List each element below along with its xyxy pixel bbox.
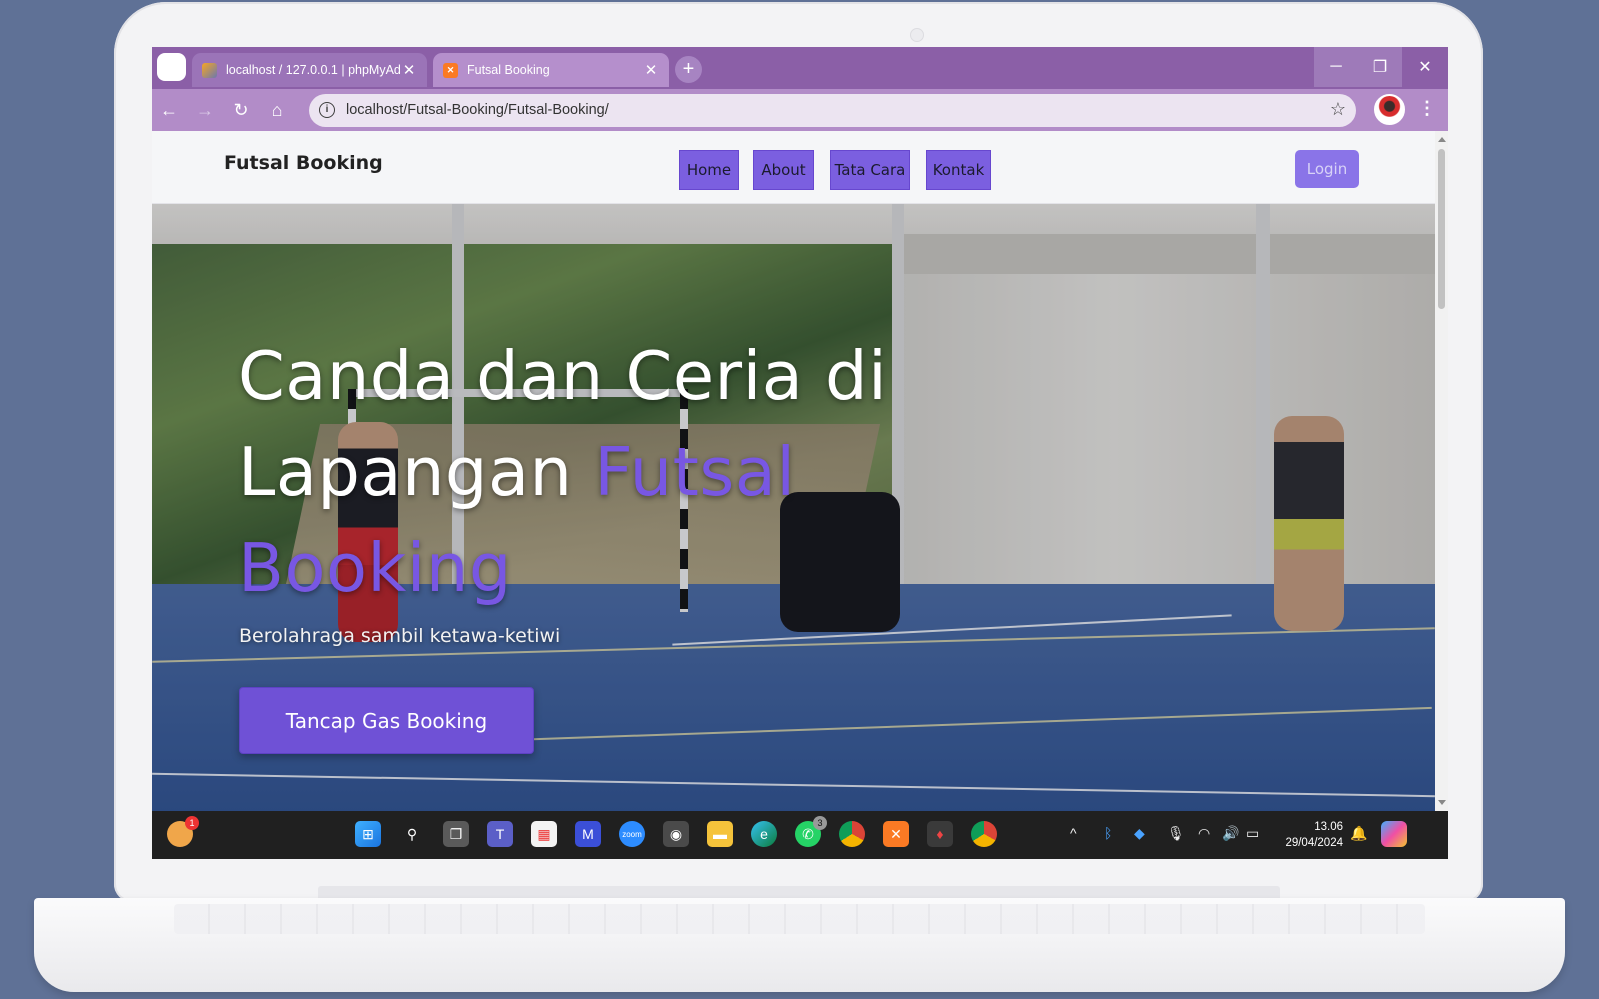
teams-icon[interactable]: T [487,821,513,847]
store-icon[interactable]: ▦ [531,821,557,847]
booking-cta-button[interactable]: Tancap Gas Booking [239,687,534,754]
window-close-button[interactable]: ✕ [1403,47,1447,87]
clock-time: 13.06 [1314,821,1343,833]
forward-arrow-icon[interactable]: → [191,97,219,123]
hero-title-line2: Lapangan [238,433,595,511]
laptop-screen: localhost / 127.0.0.1 | phpMyAd ✕ ✕ Futs… [152,47,1448,859]
phpmyadmin-favicon-icon [202,62,217,78]
home-icon[interactable]: ⌂ [263,97,291,123]
widgets-weather-icon[interactable]: 1 [167,816,199,847]
close-icon[interactable]: ✕ [401,61,417,79]
url-text[interactable]: localhost/Futsal-Booking/Futsal-Booking/ [346,102,609,118]
show-hidden-icons-icon[interactable]: ^ [1070,825,1077,841]
tab-title: Futsal Booking [467,63,550,77]
nav-kontak[interactable]: Kontak [926,150,991,190]
zoom-icon[interactable]: zoom [619,821,645,847]
nav-tata-cara[interactable]: Tata Cara [830,150,910,190]
battery-icon[interactable]: ▭ [1246,825,1259,842]
page-scrollbar[interactable] [1435,131,1448,811]
volume-icon[interactable]: 🔊 [1222,825,1239,842]
address-bar[interactable]: i localhost/Futsal-Booking/Futsal-Bookin… [309,94,1356,127]
hero-title-accent: Booking [238,529,512,607]
site-navbar: Futsal Booking Home About Tata Cara Kont… [152,131,1435,204]
back-arrow-icon[interactable]: ← [155,97,183,123]
task-view-icon[interactable]: ❐ [443,821,469,847]
nav-home[interactable]: Home [679,150,739,190]
site-brand[interactable]: Futsal Booking [224,152,383,174]
reload-icon[interactable]: ↻ [227,97,255,123]
search-icon[interactable]: ⚲ [399,821,425,847]
edge-icon[interactable]: e [751,821,777,847]
system-clock[interactable]: 13.06 29/04/2024 [1279,819,1343,851]
chrome-icon[interactable] [971,821,997,847]
site-info-icon[interactable]: i [319,102,335,118]
camera-icon[interactable]: ◉ [663,821,689,847]
whatsapp-icon[interactable]: ✆ 3 [795,816,827,847]
scroll-up-arrow-icon[interactable] [1438,137,1446,142]
copilot-icon[interactable] [1381,821,1407,847]
nav-about[interactable]: About [753,150,814,190]
web-page: Futsal Booking Home About Tata Cara Kont… [152,131,1435,811]
minimize-button[interactable]: ─ [1314,47,1358,87]
notification-badge: 1 [185,816,199,830]
tab-futsal-booking[interactable]: ✕ Futsal Booking ✕ [433,53,669,87]
file-explorer-icon[interactable]: ▬ [707,821,733,847]
close-icon[interactable]: ✕ [643,61,659,79]
tab-phpmyadmin[interactable]: localhost / 127.0.0.1 | phpMyAd ✕ [192,53,427,87]
browser-toolbar: ← → ↻ ⌂ i localhost/Futsal-Booking/Futsa… [152,89,1448,131]
microphone-icon[interactable]: 🎙 [1167,825,1185,842]
tab-search-button[interactable] [157,53,186,81]
hero-title: Canda dan Ceria di Lapangan Futsal Booki… [238,328,998,616]
xampp-favicon-icon: ✕ [443,62,458,78]
restore-button[interactable]: ❐ [1358,47,1402,87]
login-button[interactable]: Login [1295,150,1359,188]
profile-avatar[interactable] [1374,94,1405,125]
hero-subtitle: Berolahraga sambil ketawa-ketiwi [239,625,561,647]
security-shield-icon[interactable]: ◆ [1134,825,1145,842]
chrome-profile-icon[interactable] [839,821,865,847]
windows-start-icon[interactable]: ⊞ [355,821,381,847]
tab-title: localhost / 127.0.0.1 | phpMyAd [226,63,401,77]
wifi-icon[interactable]: ◠ [1198,825,1210,842]
bluetooth-icon[interactable]: ᛒ [1104,825,1112,841]
bookmark-star-icon[interactable]: ☆ [1330,99,1346,120]
hero-section: Canda dan Ceria di Lapangan Futsal Booki… [152,204,1435,811]
editor-app-icon[interactable]: M [575,821,601,847]
laptop-base [34,898,1565,992]
webcam [910,28,924,42]
notification-badge: 3 [813,816,827,830]
new-tab-button[interactable]: + [675,56,702,83]
hero-title-line1: Canda dan Ceria di [238,337,888,415]
hero-title-accent: Futsal [594,433,796,511]
browser-tab-bar: localhost / 127.0.0.1 | phpMyAd ✕ ✕ Futs… [152,47,1448,93]
windows-taskbar: 1 ⊞ ⚲ ❐ T ▦ M zoom ◉ ▬ e ✆ 3 ✕ ♦ ^ ᛒ ◆ 🎙… [152,811,1448,859]
scroll-thumb[interactable] [1438,149,1445,309]
notification-bell-icon[interactable]: 🔔 [1350,825,1367,842]
more-menu-icon[interactable]: ⋮ [1418,98,1436,119]
scroll-down-arrow-icon[interactable] [1438,800,1446,805]
xampp-icon[interactable]: ✕ [883,821,909,847]
app-icon[interactable]: ♦ [927,821,953,847]
clock-date: 29/04/2024 [1285,837,1343,849]
